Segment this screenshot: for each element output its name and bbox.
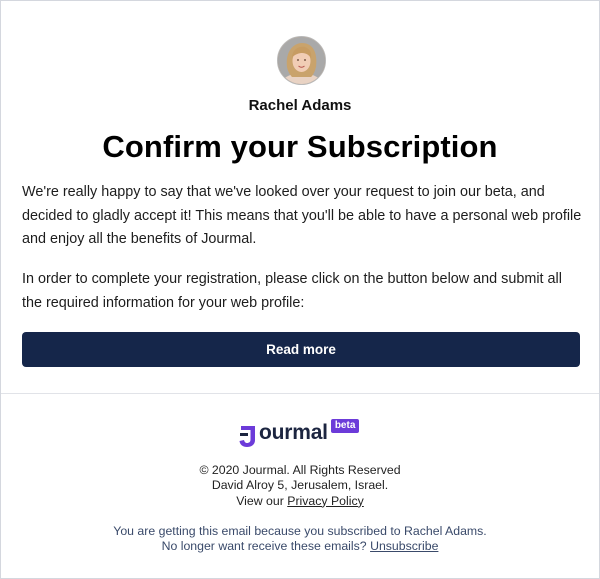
unsubscribe-link[interactable]: Unsubscribe — [370, 539, 438, 553]
privacy-prefix: View our — [236, 493, 288, 508]
email-container: Rachel Adams Confirm your Subscription W… — [0, 0, 600, 579]
privacy-line: View our Privacy Policy — [1, 494, 599, 509]
notice-line-2: No longer want receive these emails? Uns… — [1, 539, 599, 554]
notice-prefix: No longer want receive these emails? — [161, 539, 371, 554]
footer-info: © 2020 Jourmal. All Rights Reserved Davi… — [1, 463, 599, 509]
email-title: Confirm your Subscription — [102, 129, 498, 164]
jourmal-j-logo-icon — [239, 426, 255, 447]
jourmal-logo[interactable]: ourmal beta — [238, 419, 360, 449]
copyright-text: © 2020 Jourmal. All Rights Reserved — [199, 463, 401, 477]
privacy-policy-link[interactable]: Privacy Policy — [287, 494, 364, 508]
avatar — [277, 36, 326, 85]
sender-name: Rachel Adams — [248, 97, 352, 114]
address-text: David Alroy 5, Jerusalem, Israel. — [211, 478, 389, 493]
profile-photo-icon — [278, 37, 325, 84]
body-paragraph-2: In order to complete your registration, … — [22, 271, 562, 311]
subscription-notice: You are getting this email because you s… — [1, 524, 599, 555]
body-paragraph-1: We're really happy to say that we've loo… — [22, 184, 582, 247]
beta-badge: beta — [330, 419, 360, 433]
notice-line-1: You are getting this email because you s… — [113, 524, 487, 538]
logo-text: ourmal — [259, 421, 328, 444]
footer-divider — [1, 393, 599, 394]
read-more-button[interactable]: Read more — [22, 332, 580, 367]
